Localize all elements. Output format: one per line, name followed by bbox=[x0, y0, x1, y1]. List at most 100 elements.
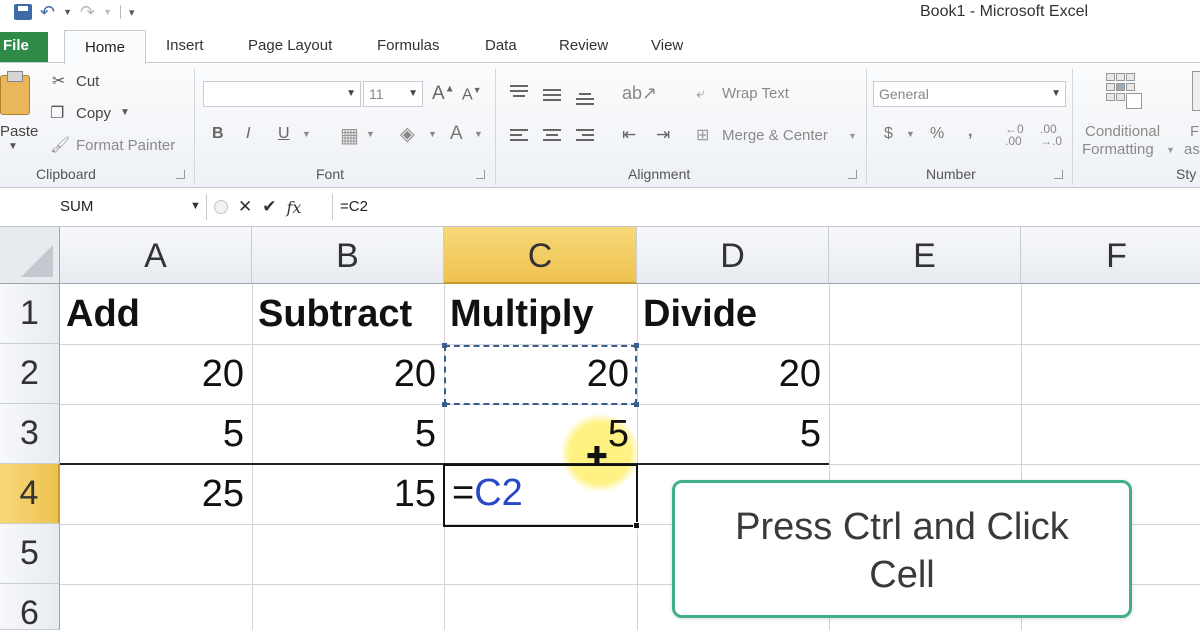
row-header-4[interactable]: 4 bbox=[0, 464, 60, 524]
wrap-text-button[interactable]: Wrap Text bbox=[722, 85, 789, 102]
cell-d3[interactable]: 5 bbox=[637, 405, 829, 465]
number-format-combo[interactable]: General ▼ bbox=[873, 81, 1066, 107]
formula-input[interactable]: =C2 bbox=[340, 198, 368, 215]
format-painter-button[interactable]: Format Painter bbox=[76, 137, 175, 154]
cell-b2[interactable]: 20 bbox=[252, 345, 444, 405]
decrease-decimal-icon[interactable]: .00 →.0 bbox=[1040, 123, 1062, 147]
tab-insert[interactable]: Insert bbox=[166, 37, 204, 54]
paste-button[interactable]: Paste bbox=[0, 123, 38, 140]
align-top-icon[interactable] bbox=[510, 85, 528, 100]
cut-button[interactable]: Cut bbox=[76, 73, 99, 90]
select-all-button[interactable] bbox=[0, 227, 60, 284]
alignment-launcher-icon[interactable] bbox=[848, 170, 857, 179]
conditional-formatting-dropdown-icon[interactable]: ▼ bbox=[1166, 145, 1175, 155]
bold-button[interactable]: B bbox=[212, 125, 224, 143]
fill-color-icon[interactable]: ◈ bbox=[400, 123, 415, 146]
orientation-icon[interactable]: ab↗ bbox=[622, 83, 657, 104]
cell-b1[interactable]: Subtract bbox=[252, 285, 444, 345]
cell-b4[interactable]: 15 bbox=[252, 465, 444, 525]
copy-dropdown-icon[interactable]: ▼ bbox=[120, 107, 130, 118]
align-left-icon[interactable] bbox=[510, 129, 528, 144]
borders-dropdown-icon[interactable]: ▼ bbox=[366, 129, 375, 139]
conditional-formatting-label-1[interactable]: Conditional bbox=[1085, 123, 1160, 140]
format-as-table-label-1[interactable]: F bbox=[1190, 123, 1199, 140]
column-header-b[interactable]: B bbox=[252, 227, 444, 284]
fill-color-dropdown-icon[interactable]: ▼ bbox=[428, 129, 437, 139]
undo-icon[interactable]: ↶ bbox=[40, 2, 55, 22]
number-launcher-icon[interactable] bbox=[1054, 170, 1063, 179]
underline-button[interactable]: U bbox=[278, 125, 290, 143]
paste-icon[interactable] bbox=[0, 71, 30, 115]
paste-dropdown-icon[interactable]: ▼ bbox=[8, 141, 18, 152]
row-header-5[interactable]: 5 bbox=[0, 524, 60, 584]
cell-a2[interactable]: 20 bbox=[60, 345, 252, 405]
shrink-font-icon[interactable]: A▼ bbox=[462, 85, 482, 104]
cell-a3[interactable]: 5 bbox=[60, 405, 252, 465]
name-box[interactable]: SUM ▼ bbox=[0, 194, 207, 220]
align-center-icon[interactable] bbox=[543, 129, 561, 144]
cell-a4[interactable]: 25 bbox=[60, 465, 252, 525]
column-header-d[interactable]: D bbox=[637, 227, 829, 284]
column-header-f[interactable]: F bbox=[1021, 227, 1200, 284]
clipboard-launcher-icon[interactable] bbox=[176, 170, 185, 179]
borders-icon[interactable]: ▦ bbox=[340, 123, 359, 148]
underline-dropdown-icon[interactable]: ▼ bbox=[302, 129, 311, 139]
chevron-down-icon[interactable]: ▼ bbox=[190, 200, 201, 212]
cell-c4-editor[interactable]: =C2 bbox=[452, 472, 523, 515]
row-header-2[interactable]: 2 bbox=[0, 344, 60, 404]
redo-icon[interactable]: ↷ bbox=[80, 2, 95, 22]
format-as-table-label-2[interactable]: as bbox=[1184, 141, 1200, 158]
increase-decimal-icon[interactable]: ←0.00 bbox=[1005, 123, 1024, 147]
font-size-combo[interactable]: 11 ▼ bbox=[363, 81, 423, 107]
cell-d1[interactable]: Divide bbox=[637, 285, 829, 345]
font-color-dropdown-icon[interactable]: ▼ bbox=[474, 129, 483, 139]
row-header-3[interactable]: 3 bbox=[0, 404, 60, 464]
fill-handle[interactable] bbox=[633, 522, 640, 529]
column-header-c[interactable]: C bbox=[444, 227, 637, 284]
cell-d2[interactable]: 20 bbox=[637, 345, 829, 405]
currency-dropdown-icon[interactable]: ▼ bbox=[906, 129, 915, 139]
tab-data[interactable]: Data bbox=[485, 37, 517, 54]
comma-button[interactable]: , bbox=[968, 123, 972, 141]
copy-button[interactable]: Copy bbox=[76, 105, 111, 122]
save-icon[interactable] bbox=[14, 2, 32, 22]
cell-a1[interactable]: Add bbox=[60, 285, 252, 345]
column-header-e[interactable]: E bbox=[829, 227, 1021, 284]
align-bottom-icon[interactable] bbox=[576, 93, 594, 108]
merge-center-button[interactable]: Merge & Center bbox=[722, 127, 828, 144]
redo-dropdown-icon[interactable]: ▼ bbox=[103, 2, 112, 22]
increase-indent-icon[interactable]: ⇥ bbox=[656, 125, 670, 145]
tab-formulas[interactable]: Formulas bbox=[377, 37, 440, 54]
enter-icon[interactable]: ✔ bbox=[262, 197, 276, 217]
tab-file[interactable]: File bbox=[0, 32, 48, 63]
tab-home[interactable]: Home bbox=[64, 30, 146, 64]
cell-b3[interactable]: 5 bbox=[252, 405, 444, 465]
grow-font-icon[interactable]: A▲ bbox=[432, 83, 455, 105]
reference-marquee bbox=[442, 343, 639, 407]
row-header-6[interactable]: 6 bbox=[0, 584, 60, 630]
decrease-indent-icon[interactable]: ⇤ bbox=[622, 125, 636, 145]
font-launcher-icon[interactable] bbox=[476, 170, 485, 179]
tab-view[interactable]: View bbox=[651, 37, 683, 54]
resize-handle-icon[interactable] bbox=[214, 200, 228, 214]
undo-dropdown-icon[interactable]: ▼ bbox=[63, 2, 72, 22]
align-right-icon[interactable] bbox=[576, 129, 594, 144]
tab-review[interactable]: Review bbox=[559, 37, 608, 54]
customize-toolbar-icon[interactable]: ▾ bbox=[129, 2, 135, 22]
cancel-icon[interactable]: ✕ bbox=[238, 197, 252, 217]
insert-function-button[interactable]: fx bbox=[287, 198, 302, 217]
percent-button[interactable]: % bbox=[930, 125, 944, 143]
conditional-formatting-label-2[interactable]: Formatting bbox=[1082, 141, 1154, 158]
cell-c3[interactable]: 5 bbox=[444, 405, 637, 465]
font-color-icon[interactable]: A bbox=[450, 123, 463, 145]
font-name-combo[interactable]: ▼ bbox=[203, 81, 361, 107]
italic-button[interactable]: I bbox=[246, 125, 250, 143]
quick-access-toolbar: ↶ ▼ ↷ ▼ ▾ bbox=[14, 2, 135, 22]
currency-button[interactable]: $ bbox=[884, 125, 893, 143]
cell-c1[interactable]: Multiply bbox=[444, 285, 637, 345]
align-middle-icon[interactable] bbox=[543, 89, 561, 104]
merge-dropdown-icon[interactable]: ▼ bbox=[848, 131, 857, 141]
column-header-a[interactable]: A bbox=[60, 227, 252, 284]
row-header-1[interactable]: 1 bbox=[0, 284, 60, 344]
tab-page-layout[interactable]: Page Layout bbox=[248, 37, 332, 54]
